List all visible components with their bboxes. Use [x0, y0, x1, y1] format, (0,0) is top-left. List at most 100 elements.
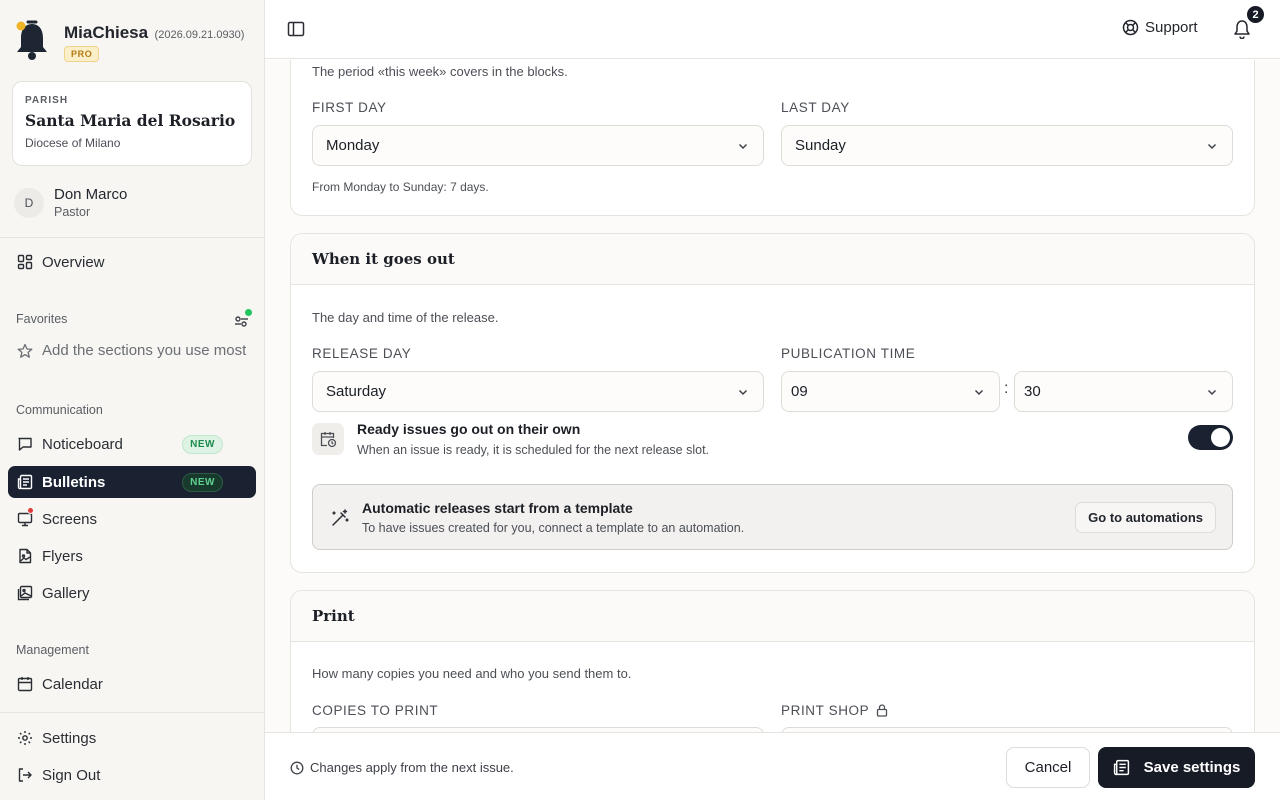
sidebar-item-flyers[interactable]: Flyers [8, 540, 256, 572]
notification-count-badge: 2 [1245, 4, 1266, 25]
calendar-icon [17, 676, 33, 692]
newspaper-icon [1113, 759, 1130, 776]
dashboard-icon [17, 254, 33, 270]
sidebar-item-label: Gallery [42, 584, 90, 602]
sidebar-item-label: Overview [42, 253, 105, 271]
minute-select[interactable]: 30 [1014, 371, 1233, 412]
print-card-title: Print [291, 591, 1254, 642]
new-badge: NEW [182, 435, 223, 454]
favorites-label: Favorites [16, 312, 68, 326]
sidebar-item-sign-out[interactable]: Sign Out [8, 759, 256, 791]
automation-template-callout: Automatic releases start from a template… [312, 484, 1233, 550]
sidebar-item-label: Screens [42, 510, 98, 528]
support-link[interactable]: Support [1122, 19, 1198, 36]
diocese-name: Diocese of Milano [25, 136, 121, 150]
message-icon [17, 436, 33, 452]
toggle-knob [1211, 428, 1230, 447]
user-name: Don Marco [54, 186, 128, 203]
template-callout-description: To have issues created for you, connect … [362, 521, 745, 535]
hour-select[interactable]: 09 [781, 371, 1000, 412]
sidebar-item-noticeboard[interactable]: Noticeboard NEW [8, 428, 256, 460]
sidebar-item-label: Sign Out [42, 766, 101, 784]
footer-note-text: Changes apply from the next issue. [310, 760, 514, 775]
alert-dot [27, 507, 34, 514]
auto-release-toggle[interactable] [1188, 425, 1233, 450]
sidebar-item-settings[interactable]: Settings [8, 722, 256, 754]
chevron-down-icon [973, 386, 985, 398]
lock-icon [876, 704, 888, 717]
chevron-down-icon [1206, 140, 1218, 152]
magic-wand-icon [330, 508, 350, 528]
sidebar-item-gallery[interactable]: Gallery [8, 577, 256, 609]
cancel-button[interactable]: Cancel [1006, 747, 1090, 788]
release-day-value: Saturday [326, 383, 387, 400]
clock-icon [290, 761, 304, 775]
last-day-value: Sunday [795, 137, 846, 154]
gear-icon [17, 730, 33, 746]
minute-value: 30 [1024, 383, 1041, 400]
parish-card[interactable]: PARISH Santa Maria del Rosario Diocese o… [12, 81, 252, 166]
brand[interactable]: MiaChiesa (2026.09.21.0930) PRO [14, 18, 244, 62]
release-day-select[interactable]: Saturday [312, 371, 764, 412]
print-card: Print How many copies you need and who y… [290, 590, 1255, 732]
go-to-automations-button[interactable]: Go to automations [1075, 502, 1216, 533]
last-day-select[interactable]: Sunday [781, 125, 1233, 166]
sidebar-item-overview[interactable]: Overview [8, 246, 256, 278]
week-description: The period «this week» covers in the blo… [312, 64, 568, 79]
release-description: The day and time of the release. [312, 310, 499, 325]
sidebar-item-label: Noticeboard [42, 435, 123, 453]
parish-name: Santa Maria del Rosario [25, 111, 236, 130]
images-icon [17, 585, 33, 601]
first-day-value: Monday [326, 137, 380, 154]
app-name: MiaChiesa [64, 23, 149, 42]
parish-kicker: PARISH [25, 95, 69, 106]
user-role: Pastor [54, 205, 91, 219]
save-bar: Changes apply from the next issue. Cance… [265, 732, 1280, 800]
print-description: How many copies you need and who you sen… [312, 666, 632, 681]
lifebuoy-icon [1122, 19, 1139, 36]
star-icon [17, 343, 33, 359]
first-day-select[interactable]: Monday [312, 125, 764, 166]
monitor-icon [17, 507, 34, 527]
favorites-add-item[interactable]: Add the sections you use most [17, 342, 249, 359]
sidebar: MiaChiesa (2026.09.21.0930) PRO PARISH S… [0, 0, 265, 800]
save-settings-label: Save settings [1143, 759, 1241, 776]
bell-logo-icon [14, 18, 50, 62]
auto-release-description: When an issue is ready, it is scheduled … [357, 443, 710, 457]
week-summary: From Monday to Sunday: 7 days. [312, 180, 489, 194]
user-profile[interactable]: D Don Marco Pastor [14, 186, 127, 219]
sidebar-item-bulletins[interactable]: Bulletins NEW [8, 466, 256, 498]
logout-icon [17, 767, 33, 783]
sidebar-item-calendar[interactable]: Calendar [8, 668, 256, 700]
sidebar-toggle-button[interactable] [287, 20, 305, 38]
newspaper-icon [17, 474, 33, 490]
chevron-down-icon [737, 386, 749, 398]
support-label: Support [1145, 19, 1198, 36]
chevron-down-icon [737, 140, 749, 152]
avatar: D [14, 187, 44, 218]
week-period-card: The period «this week» covers in the blo… [290, 60, 1255, 216]
communication-label: Communication [16, 403, 103, 417]
footer-note: Changes apply from the next issue. [290, 760, 514, 775]
favorites-add-text: Add the sections you use most [42, 342, 247, 359]
sidebar-item-label: Flyers [42, 547, 83, 565]
publication-time-label: PUBLICATION TIME [781, 346, 916, 361]
sidebar-item-label: Calendar [42, 675, 103, 693]
release-card: When it goes out The day and time of the… [290, 233, 1255, 573]
new-badge: NEW [182, 473, 223, 492]
auto-release-title: Ready issues go out on their own [357, 421, 581, 437]
save-settings-button[interactable]: Save settings [1098, 747, 1255, 788]
file-image-icon [17, 548, 33, 564]
first-day-label: FIRST DAY [312, 100, 387, 115]
management-label: Management [16, 643, 89, 657]
copies-label: COPIES TO PRINT [312, 703, 439, 718]
sidebar-divider [0, 237, 264, 238]
sidebar-item-screens[interactable]: Screens [8, 503, 256, 535]
sidebar-divider [0, 712, 264, 713]
app-version: (2026.09.21.0930) [154, 29, 245, 41]
pro-badge: PRO [64, 46, 100, 62]
hour-value: 09 [791, 383, 808, 400]
main-content: The period «this week» covers in the blo… [265, 60, 1280, 732]
favorites-settings-button[interactable] [233, 309, 252, 329]
template-callout-title: Automatic releases start from a template [362, 500, 633, 516]
